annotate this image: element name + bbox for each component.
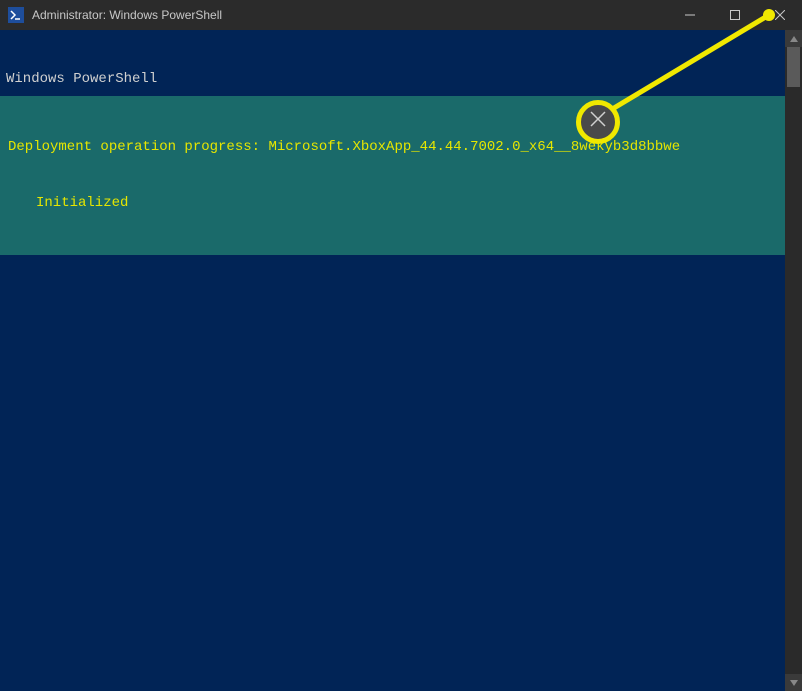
annotation-target-dot [763,9,775,21]
maximize-button[interactable] [712,0,757,30]
window-title: Administrator: Windows PowerShell [32,8,667,22]
window-titlebar: Administrator: Windows PowerShell [0,0,802,30]
deployment-progress-banner: Deployment operation progress: Microsoft… [0,96,785,255]
terminal-header-line: Windows PowerShell [6,70,779,89]
scrollbar-up-button[interactable] [785,30,802,47]
minimize-button[interactable] [667,0,712,30]
terminal-content-area[interactable]: Windows PowerShell Copyright (C) Microso… [0,30,785,691]
progress-operation-text: Deployment operation progress: Microsoft… [8,138,777,157]
scrollbar-thumb[interactable] [787,47,800,87]
scrollbar-down-button[interactable] [785,674,802,691]
window-controls [667,0,802,30]
powershell-app-icon [8,7,24,23]
scrollbar-track[interactable] [785,47,802,674]
vertical-scrollbar[interactable] [785,30,802,691]
annotation-close-callout [576,100,620,144]
close-icon [590,111,606,134]
progress-status-text: Initialized [8,194,777,213]
